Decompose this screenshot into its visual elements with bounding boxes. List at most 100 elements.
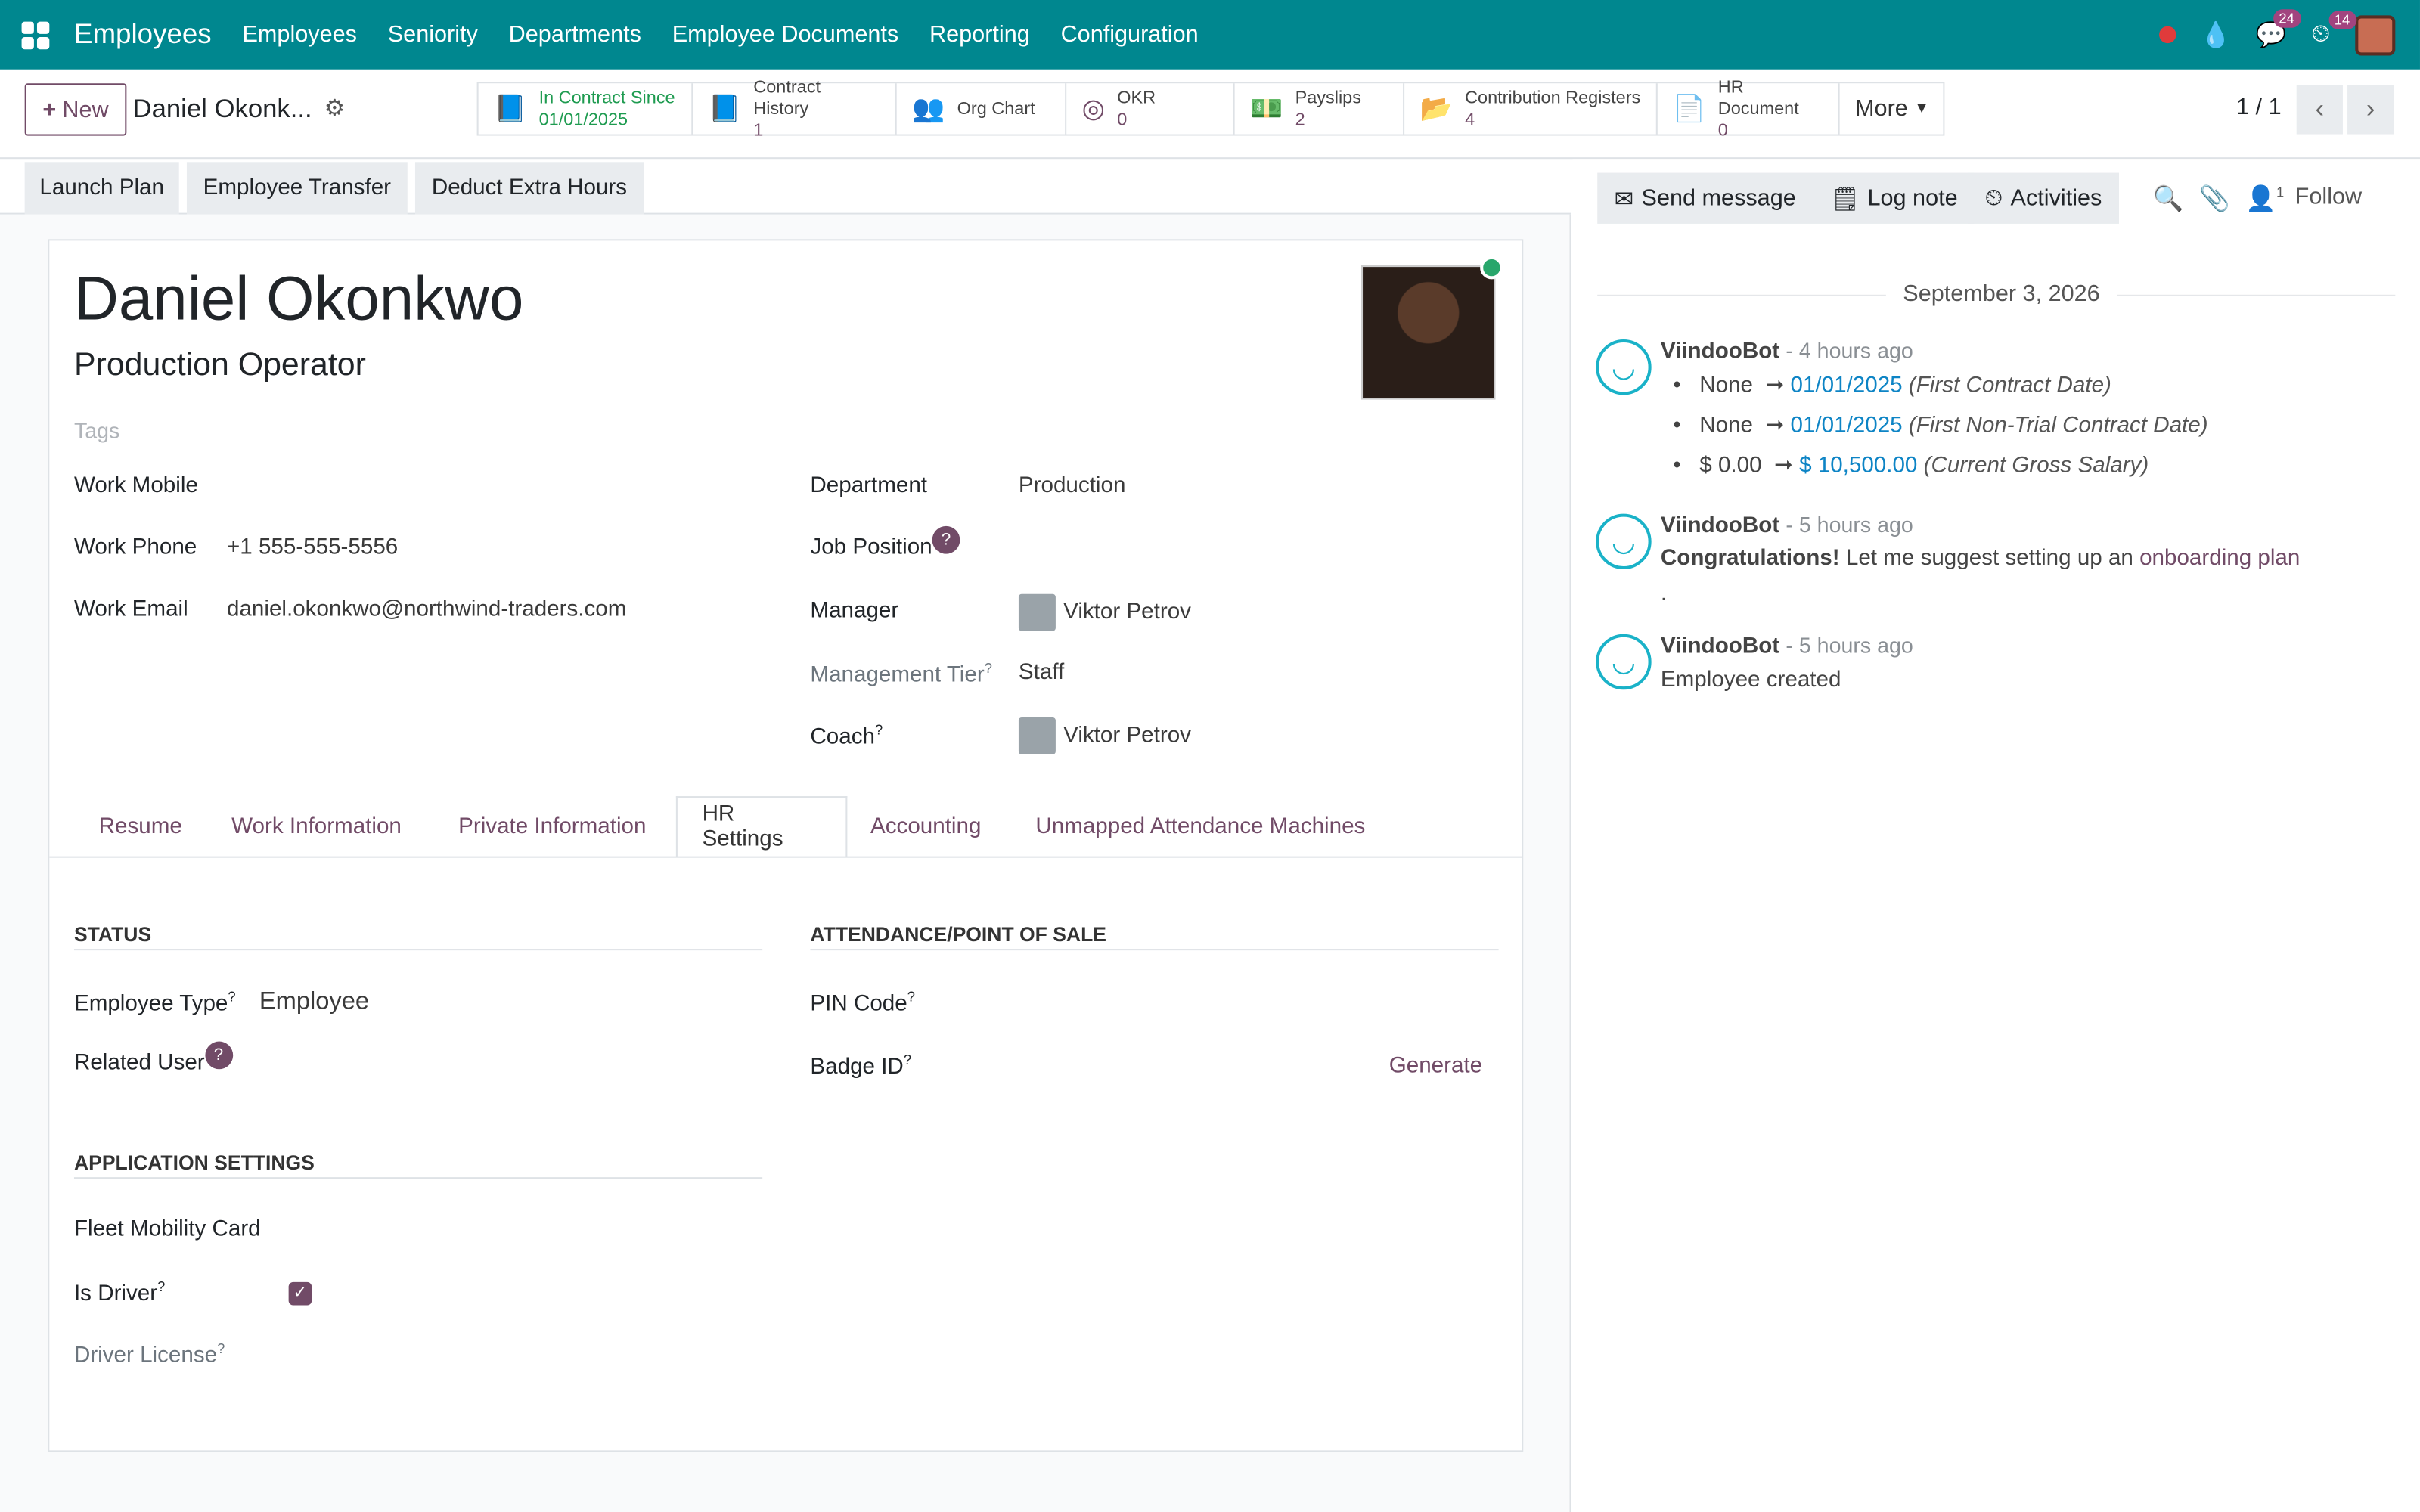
smart-contribution-registers[interactable]: 📂 Contribution Registers 4 [1404, 83, 1658, 135]
work-email-value[interactable]: daniel.okonkwo@northwind-traders.com [227, 597, 626, 622]
work-phone-label: Work Phone [73, 535, 197, 560]
tab-unmapped-attendance-machines[interactable]: Unmapped Attendance Machines [1011, 796, 1390, 858]
smart-hr-document[interactable]: 📄 HR Document 0 [1658, 78, 1840, 140]
new-button[interactable]: + New [24, 83, 127, 136]
breadcrumb: Daniel Okonk... [132, 94, 312, 124]
user-avatar[interactable] [2355, 14, 2396, 55]
message-author[interactable]: ViindooBot [1661, 339, 1779, 364]
message-tail: . [1660, 581, 1668, 607]
manager-value[interactable]: Viktor Petrov [1018, 593, 1191, 631]
section-divider [73, 949, 763, 951]
paperclip-icon[interactable]: 📎 [2199, 184, 2230, 215]
help-icon[interactable]: ? [932, 525, 960, 554]
deduct-extra-hours-button[interactable]: Deduct Extra Hours [414, 162, 644, 215]
employee-type-select[interactable]: Employee [259, 989, 369, 1017]
is-driver-checkbox[interactable]: ✓ [288, 1281, 312, 1306]
attendance-section-title: ATTENDANCE/POINT OF SALE [810, 922, 1106, 947]
smart-okr[interactable]: ◎ OKR 0 [1066, 83, 1235, 135]
users-icon: 👥 [912, 93, 945, 123]
drop-icon[interactable]: 💧 [2201, 20, 2232, 51]
tab-work-information[interactable]: Work Information [206, 796, 426, 858]
employee-photo[interactable] [1360, 265, 1496, 400]
target-icon: ◎ [1081, 93, 1105, 123]
tags-field[interactable]: Tags [74, 418, 119, 443]
work-phone-value[interactable]: +1 555-555-5556 [227, 535, 398, 560]
employee-name[interactable]: Daniel Okonkwo [74, 265, 523, 335]
coach-avatar [1018, 717, 1056, 754]
work-email-label: Work Email [73, 596, 188, 622]
clock-icon: ⏲ [1984, 184, 2003, 212]
management-tier-value[interactable]: Staff [1019, 660, 1064, 685]
activities-button[interactable]: ⏲ Activities [1968, 172, 2119, 224]
menu-configuration[interactable]: Configuration [1045, 22, 1214, 48]
help-mark-icon: ? [157, 1278, 166, 1295]
badge-id-label: Badge ID [810, 1055, 904, 1080]
help-mark-icon: ? [228, 989, 236, 1005]
menu-reporting[interactable]: Reporting [914, 22, 1046, 48]
more-label: More [1855, 95, 1908, 122]
coach-name: Viktor Petrov [1063, 723, 1191, 748]
file-icon: 📄 [1673, 93, 1706, 123]
tab-resume[interactable]: Resume [74, 796, 207, 858]
menu-seniority[interactable]: Seniority [372, 22, 493, 48]
bot-avatar-icon: ◡ [1596, 634, 1652, 690]
arrow-right-icon: ➞ [1765, 413, 1785, 438]
app-brand[interactable]: Employees [74, 18, 212, 51]
coach-field: Coach? [810, 722, 883, 749]
smart-contract-history[interactable]: 📘 Contract History 1 [693, 78, 897, 140]
apps-menu-icon[interactable] [21, 20, 50, 49]
smart-org-chart[interactable]: 👥 Org Chart [897, 83, 1067, 135]
smart-more[interactable]: More ▼ [1840, 83, 1944, 134]
menu-employee-documents[interactable]: Employee Documents [656, 22, 914, 48]
launch-plan-button[interactable]: Launch Plan [24, 162, 179, 215]
coach-value[interactable]: Viktor Petrov [1018, 717, 1191, 754]
gear-icon[interactable]: ⚙ [324, 94, 345, 122]
online-status-dot [1480, 256, 1503, 280]
app-root: Employees Employees Seniority Department… [0, 0, 2420, 1512]
manager-name: Viktor Petrov [1063, 600, 1191, 625]
message-body: Employee created [1660, 668, 1841, 693]
tab-private-information[interactable]: Private Information [433, 796, 671, 858]
generate-badge-button[interactable]: Generate [1389, 1054, 1482, 1079]
employee-job-title[interactable]: Production Operator [74, 347, 366, 384]
fleet-mobility-card-label: Fleet Mobility Card [73, 1217, 261, 1242]
smart-label: OKR [1117, 88, 1156, 107]
tab-hr-settings[interactable]: HR Settings [675, 796, 848, 858]
menu-employees[interactable]: Employees [227, 22, 372, 48]
smart-value: 0 [1117, 110, 1128, 129]
followers-icon[interactable]: 👤1 [2245, 184, 2284, 215]
bot-avatar-icon: ◡ [1596, 513, 1652, 570]
smart-label: In Contract Since [538, 88, 675, 107]
messages-icon[interactable]: 💬 24 [2256, 8, 2301, 51]
send-message-button[interactable]: ✉ Send message [1597, 172, 1813, 224]
section-divider [810, 949, 1499, 951]
employee-type-label: Employee Type [73, 991, 228, 1017]
message-author[interactable]: ViindooBot [1661, 514, 1779, 539]
search-icon[interactable]: 🔍 [2153, 184, 2184, 215]
employee-transfer-button[interactable]: Employee Transfer [186, 162, 408, 215]
help-icon[interactable]: ? [204, 1041, 233, 1070]
application-settings-title: APPLICATION SETTINGS [73, 1151, 315, 1175]
smart-in-contract-since[interactable]: 📘 In Contract Since 01/01/2025 [479, 83, 693, 135]
onboarding-plan-link[interactable]: onboarding plan [2139, 546, 2300, 571]
log-note-label: Log note [1867, 184, 1958, 212]
menu-departments[interactable]: Departments [493, 22, 656, 48]
pager-next-button[interactable]: › [2347, 85, 2394, 135]
help-mark-icon: ? [217, 1340, 225, 1356]
message-author[interactable]: ViindooBot [1661, 634, 1779, 659]
top-navbar: Employees Employees Seniority Department… [0, 0, 2420, 70]
recording-dot-icon[interactable] [2158, 26, 2176, 44]
tab-accounting[interactable]: Accounting [845, 796, 1006, 858]
activities-clock-icon[interactable]: ⏲ 14 [2311, 10, 2356, 49]
management-tier-label: Management Tier [810, 663, 985, 688]
chevron-left-icon: ‹ [2315, 94, 2325, 124]
department-value[interactable]: Production [1019, 474, 1125, 499]
follow-button[interactable]: Follow [2295, 184, 2362, 210]
section-divider [73, 1177, 763, 1179]
status-section-title: STATUS [73, 922, 152, 947]
smart-payslips[interactable]: 💵 Payslips 2 [1235, 83, 1405, 135]
log-note-button[interactable]: 🗒 Log note [1813, 172, 1975, 224]
pager-previous-button[interactable]: ‹ [2296, 85, 2343, 135]
help-mark-icon: ? [874, 722, 883, 738]
pager-value[interactable]: 1 / 1 [2236, 94, 2282, 120]
